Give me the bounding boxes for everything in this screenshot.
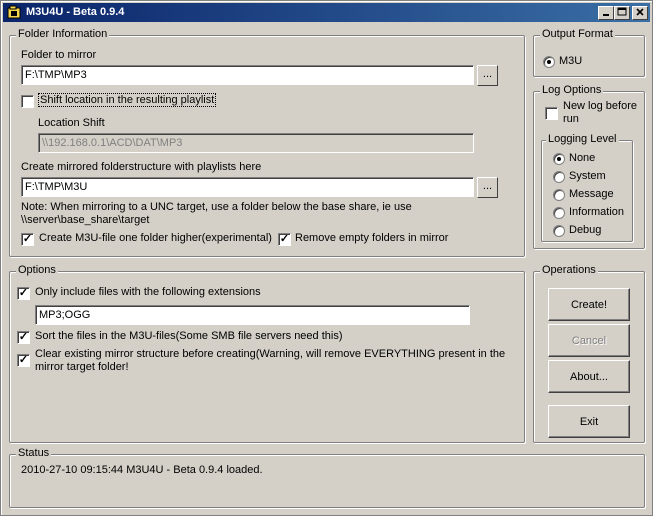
- sort-files-label[interactable]: Sort the files in the M3U-files(Some SMB…: [35, 330, 343, 342]
- folder-information-group: Folder Information Folder to mirror F:\T…: [9, 28, 525, 257]
- log-options-legend: Log Options: [540, 84, 604, 96]
- operations-legend: Operations: [540, 264, 598, 276]
- log-options-group: Log Options New log before run Logging L…: [533, 84, 645, 249]
- m3u-radio[interactable]: [543, 56, 555, 68]
- minimize-icon: [603, 14, 609, 16]
- folder-to-mirror-label: Folder to mirror: [21, 49, 97, 61]
- create-higher-checkbox[interactable]: ✓: [21, 233, 34, 246]
- options-group: Options ✓ Only include files with the fo…: [9, 264, 525, 443]
- browse-mirror-button[interactable]: ...: [477, 65, 498, 86]
- cancel-button-label: Cancel: [571, 334, 607, 347]
- level-debug-label[interactable]: Debug: [569, 224, 601, 236]
- new-log-label-line1[interactable]: New log before: [563, 100, 637, 112]
- create-higher-label[interactable]: Create M3U-file one folder higher(experi…: [39, 232, 272, 244]
- level-system-label[interactable]: System: [569, 170, 606, 182]
- create-button-label: Create!: [570, 298, 608, 311]
- status-legend: Status: [16, 447, 52, 459]
- close-button[interactable]: [632, 6, 648, 20]
- about-button-label: About...: [570, 370, 608, 383]
- create-here-input[interactable]: F:\TMP\M3U: [21, 177, 474, 197]
- close-icon: [636, 8, 644, 16]
- logging-level-group: Logging Level None System Message Inform…: [541, 133, 633, 242]
- level-system-radio[interactable]: [553, 171, 565, 183]
- level-message-label[interactable]: Message: [569, 188, 614, 200]
- operations-group: Operations Create! Cancel About... Exit: [533, 264, 645, 443]
- clear-mirror-label-line1[interactable]: Clear existing mirror structure before c…: [35, 348, 505, 360]
- options-legend: Options: [16, 264, 58, 276]
- exit-button-label: Exit: [579, 415, 599, 428]
- about-button[interactable]: About...: [548, 360, 630, 393]
- include-extensions-label[interactable]: Only include files with the following ex…: [35, 286, 261, 298]
- unc-note-line2: \\server\base_share\target: [21, 214, 150, 226]
- remove-empty-checkbox[interactable]: ✓: [278, 233, 291, 246]
- logging-level-legend: Logging Level: [546, 133, 619, 145]
- location-shift-label: Location Shift: [38, 117, 105, 129]
- output-format-legend: Output Format: [540, 28, 615, 40]
- title-bar[interactable]: M3U4U - Beta 0.9.4: [3, 3, 650, 22]
- clear-mirror-checkbox[interactable]: ✓: [17, 354, 30, 367]
- app-icon: [7, 5, 21, 19]
- browse-create-button[interactable]: ...: [477, 177, 498, 198]
- maximize-icon: [617, 7, 627, 16]
- window-title: M3U4U - Beta 0.9.4: [26, 6, 125, 18]
- extensions-input[interactable]: MP3;OGG: [35, 305, 470, 325]
- status-message: 2010-27-10 09:15:44 M3U4U - Beta 0.9.4 l…: [21, 464, 263, 476]
- clear-mirror-label-line2[interactable]: mirror target folder!: [35, 361, 129, 373]
- level-none-radio[interactable]: [553, 153, 565, 165]
- folder-information-legend: Folder Information: [16, 28, 110, 40]
- output-format-group: Output Format M3U: [533, 28, 645, 77]
- create-button[interactable]: Create!: [548, 288, 630, 321]
- level-information-label[interactable]: Information: [569, 206, 624, 218]
- maximize-button[interactable]: [614, 6, 630, 20]
- shift-location-label[interactable]: Shift location in the resulting playlist: [37, 93, 217, 107]
- level-debug-radio[interactable]: [553, 225, 565, 237]
- create-here-label: Create mirrored folderstructure with pla…: [21, 161, 262, 173]
- new-log-label-line2[interactable]: run: [563, 113, 579, 125]
- sort-files-checkbox[interactable]: ✓: [17, 331, 30, 344]
- level-none-label[interactable]: None: [569, 152, 595, 164]
- location-shift-input[interactable]: \\192.168.0.1\ACD\DAT\MP3: [38, 133, 474, 153]
- minimize-button[interactable]: [598, 6, 614, 20]
- app-window: M3U4U - Beta 0.9.4 Folder Information Fo…: [0, 0, 653, 516]
- level-message-radio[interactable]: [553, 189, 565, 201]
- new-log-checkbox[interactable]: [545, 107, 558, 120]
- status-group: Status 2010-27-10 09:15:44 M3U4U - Beta …: [9, 447, 645, 508]
- include-extensions-checkbox[interactable]: ✓: [17, 287, 30, 300]
- folder-to-mirror-input[interactable]: F:\TMP\MP3: [21, 65, 474, 85]
- m3u-label[interactable]: M3U: [559, 55, 582, 67]
- level-information-radio[interactable]: [553, 207, 565, 219]
- unc-note-line1: Note: When mirroring to a UNC target, us…: [21, 201, 412, 213]
- remove-empty-label[interactable]: Remove empty folders in mirror: [295, 232, 448, 244]
- exit-button[interactable]: Exit: [548, 405, 630, 438]
- cancel-button[interactable]: Cancel: [548, 324, 630, 357]
- shift-location-checkbox[interactable]: [21, 95, 34, 108]
